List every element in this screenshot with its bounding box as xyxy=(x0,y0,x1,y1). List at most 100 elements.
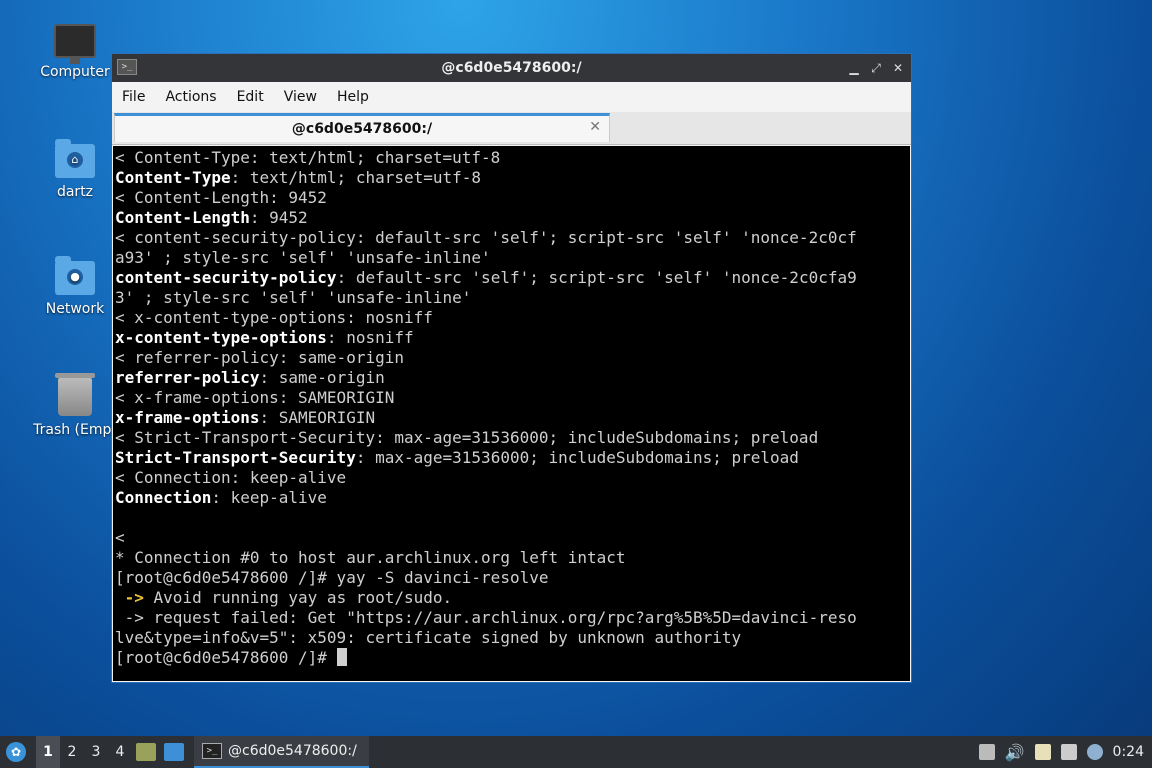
terminal-output[interactable]: < Content-Type: text/html; charset=utf-8… xyxy=(113,146,910,681)
terminal-line: Content-Length: 9452 xyxy=(115,208,908,228)
terminal-window: >_ @c6d0e5478600:/ ▁ ⤢ ✕ File Actions Ed… xyxy=(111,53,912,683)
terminal-header-name: referrer-policy xyxy=(115,368,260,387)
terminal-line-text: 3' ; style-src 'self' 'unsafe-inline' xyxy=(115,288,472,307)
clipboard-icon[interactable] xyxy=(1034,744,1051,760)
terminal-line: < Content-Type: text/html; charset=utf-8 xyxy=(115,148,908,168)
terminal-line-text: * Connection #0 to host aur.archlinux.or… xyxy=(115,548,626,567)
desktop-icon-label: Network xyxy=(45,301,105,317)
terminal-line: < Strict-Transport-Security: max-age=315… xyxy=(115,428,908,448)
network-folder-icon: ● xyxy=(55,256,95,295)
terminal-header-name: content-security-policy xyxy=(115,268,337,287)
show-desktop-icon[interactable] xyxy=(164,743,184,761)
terminal-line: a93' ; style-src 'self' 'unsafe-inline' xyxy=(115,248,908,268)
terminal-line: < Content-Length: 9452 xyxy=(115,188,908,208)
terminal-header-name: x-frame-options xyxy=(115,408,260,427)
terminal-line-text: : text/html; charset=utf-8 xyxy=(230,168,482,187)
terminal-line: referrer-policy: same-origin xyxy=(115,368,908,388)
home-folder-icon: ⌂ xyxy=(55,139,95,178)
terminal-line: Content-Type: text/html; charset=utf-8 xyxy=(115,168,908,188)
terminal-line-text: < x-content-type-options: nosniff xyxy=(115,308,433,327)
terminal-line-text: < Content-Length: 9452 xyxy=(115,188,327,207)
terminal-line: < content-security-policy: default-src '… xyxy=(115,228,908,248)
terminal-line-text: < xyxy=(115,528,125,547)
terminal-line-text: lve&type=info&v=5": x509: certificate si… xyxy=(115,628,742,647)
terminal-line: < referrer-policy: same-origin xyxy=(115,348,908,368)
terminal-line: -> Avoid running yay as root/sudo. xyxy=(115,588,908,608)
tab-bar: @c6d0e5478600:/ ✕ xyxy=(112,112,911,145)
terminal-line: < xyxy=(115,528,908,548)
workspace-4[interactable]: 4 xyxy=(108,744,132,760)
workspace-1[interactable]: 1 xyxy=(36,736,60,768)
terminal-line: < Connection: keep-alive xyxy=(115,468,908,488)
clock[interactable]: 0:24 xyxy=(1113,744,1144,760)
terminal-header-name: x-content-type-options xyxy=(115,328,327,347)
taskbar: ✿ 1 2 3 4 >_ @c6d0e5478600:/ 🔊 0:24 xyxy=(0,736,1152,768)
update-icon[interactable] xyxy=(1086,744,1103,760)
tab-title: @c6d0e5478600:/ xyxy=(291,121,433,137)
menu-actions[interactable]: Actions xyxy=(155,89,226,105)
menu-bar: File Actions Edit View Help xyxy=(112,82,911,112)
terminal-line: Connection: keep-alive xyxy=(115,488,908,508)
network-icon[interactable] xyxy=(1060,744,1077,760)
menu-view[interactable]: View xyxy=(274,89,327,105)
desktop-icon-label: dartz xyxy=(56,184,94,200)
minimize-button[interactable]: ▁ xyxy=(845,59,863,77)
terminal-line-text: : default-src 'self'; script-src 'self' … xyxy=(336,268,857,287)
window-title: @c6d0e5478600:/ xyxy=(441,60,582,76)
terminal-line-text: Avoid running yay as root/sudo. xyxy=(143,588,453,607)
terminal-line-text: < referrer-policy: same-origin xyxy=(115,348,404,367)
terminal-line-text: : SAMEORIGIN xyxy=(259,408,376,427)
desktop-icon-network[interactable]: ● Network xyxy=(30,256,120,317)
tab-close-icon[interactable]: ✕ xyxy=(589,119,601,135)
terminal-line: [root@c6d0e5478600 /]# yay -S davinci-re… xyxy=(115,568,908,588)
terminal-line-text: < Strict-Transport-Security: max-age=315… xyxy=(115,428,819,447)
terminal-header-name: Content-Type xyxy=(115,168,231,187)
system-tray: 🔊 0:24 xyxy=(978,743,1152,762)
terminal-line: -> request failed: Get "https://aur.arch… xyxy=(115,608,908,628)
notification-icon[interactable] xyxy=(978,744,995,760)
maximize-button[interactable]: ⤢ xyxy=(867,59,885,77)
terminal-cursor xyxy=(336,648,347,666)
terminal-line: x-frame-options: SAMEORIGIN xyxy=(115,408,908,428)
terminal-line-text: -> request failed: Get "https://aur.arch… xyxy=(115,608,857,627)
window-titlebar[interactable]: >_ @c6d0e5478600:/ ▁ ⤢ ✕ xyxy=(112,54,911,82)
menu-help[interactable]: Help xyxy=(327,89,379,105)
computer-icon xyxy=(54,24,96,64)
terminal-line: x-content-type-options: nosniff xyxy=(115,328,908,348)
file-manager-icon[interactable] xyxy=(136,743,156,761)
start-menu-icon[interactable]: ✿ xyxy=(6,742,26,762)
terminal-line-text: : keep-alive xyxy=(211,488,327,507)
terminal-arrow: -> xyxy=(115,588,144,607)
terminal-header-name: Connection xyxy=(115,488,212,507)
terminal-line: lve&type=info&v=5": x509: certificate si… xyxy=(115,628,908,648)
terminal-line-text: : same-origin xyxy=(259,368,385,387)
close-button[interactable]: ✕ xyxy=(889,59,907,77)
menu-file[interactable]: File xyxy=(112,89,155,105)
terminal-line-text: < Content-Type: text/html; charset=utf-8 xyxy=(115,148,501,167)
trash-icon xyxy=(55,373,95,416)
desktop-icon-label: Trash (Empt xyxy=(33,422,117,438)
desktop-icon-trash[interactable]: Trash (Empt xyxy=(28,373,122,438)
workspace-3[interactable]: 3 xyxy=(84,744,108,760)
desktop-icon-label: Computer xyxy=(40,64,110,80)
terminal-header-name: Strict-Transport-Security xyxy=(115,448,356,467)
volume-icon[interactable]: 🔊 xyxy=(1005,743,1025,762)
terminal-tab[interactable]: @c6d0e5478600:/ ✕ xyxy=(114,113,610,142)
terminal-line: < x-frame-options: SAMEORIGIN xyxy=(115,388,908,408)
terminal-line-text: : max-age=31536000; includeSubdomains; p… xyxy=(355,448,799,467)
desktop-icon-computer[interactable]: Computer xyxy=(30,24,120,80)
workspace-2[interactable]: 2 xyxy=(60,744,84,760)
taskbar-task-terminal[interactable]: >_ @c6d0e5478600:/ xyxy=(194,736,369,768)
terminal-line-text: < content-security-policy: default-src '… xyxy=(115,228,857,247)
terminal-line-text: a93' ; style-src 'self' 'unsafe-inline' xyxy=(115,248,491,267)
terminal-line-text: [root@c6d0e5478600 /]# xyxy=(115,648,337,667)
terminal-line-text: < Connection: keep-alive xyxy=(115,468,347,487)
desktop-icon-home[interactable]: ⌂ dartz xyxy=(30,139,120,200)
terminal-line: * Connection #0 to host aur.archlinux.or… xyxy=(115,548,908,568)
terminal-line-text: < x-frame-options: SAMEORIGIN xyxy=(115,388,395,407)
terminal-line: 3' ; style-src 'self' 'unsafe-inline' xyxy=(115,288,908,308)
terminal-line-text: : 9452 xyxy=(249,208,308,227)
terminal-line: < x-content-type-options: nosniff xyxy=(115,308,908,328)
menu-edit[interactable]: Edit xyxy=(227,89,274,105)
